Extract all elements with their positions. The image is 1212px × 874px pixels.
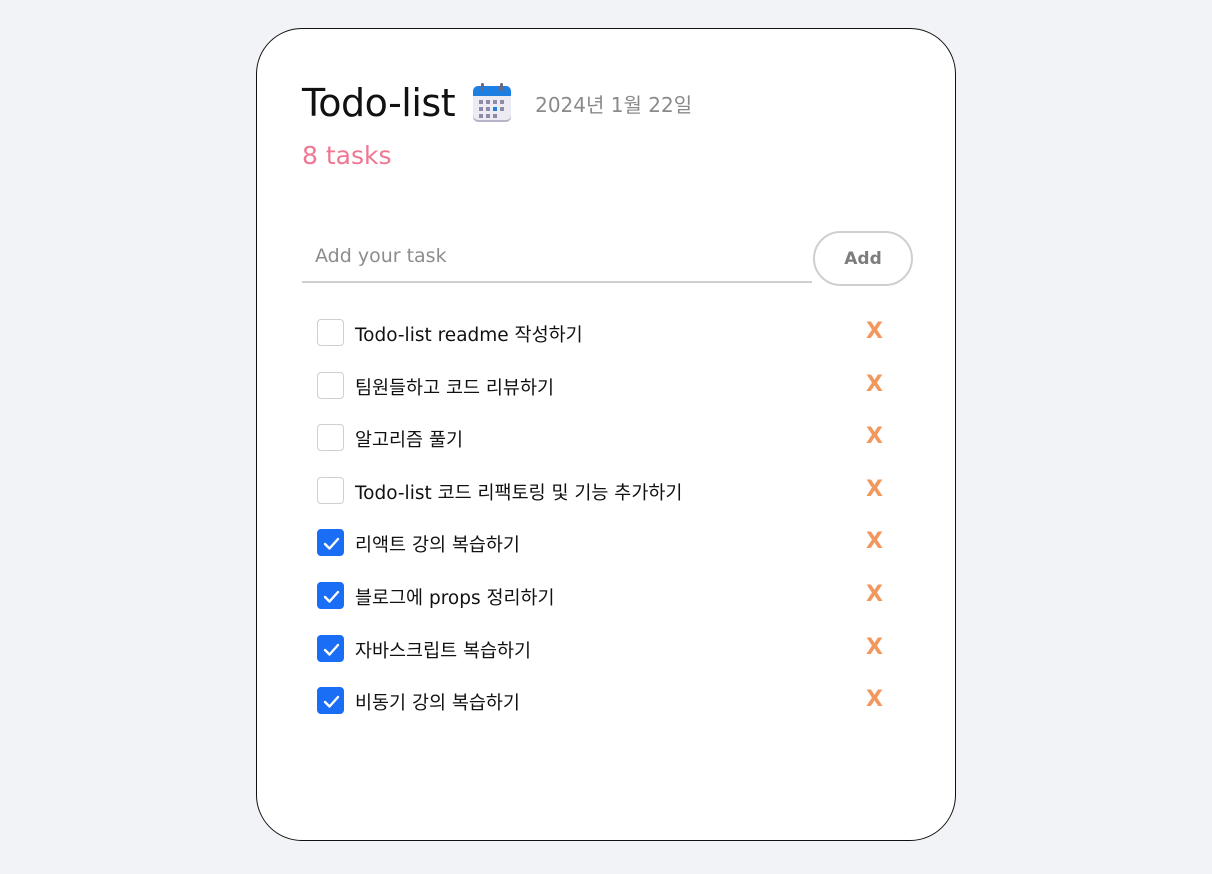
task-item: Todo-list readme 작성하기 X bbox=[317, 318, 897, 371]
task-input[interactable] bbox=[302, 231, 812, 283]
task-label: 알고리즘 풀기 bbox=[355, 430, 464, 452]
add-button[interactable]: Add bbox=[813, 231, 913, 286]
current-date: 2024년 1월 22일 bbox=[535, 92, 693, 117]
page-title: Todo-list bbox=[302, 81, 456, 125]
task-item: 자바스크립트 복습하기 X bbox=[317, 634, 897, 687]
task-checkbox[interactable] bbox=[317, 371, 344, 399]
delete-task-button[interactable]: X bbox=[866, 372, 883, 397]
delete-task-button[interactable]: X bbox=[866, 635, 883, 660]
task-label: 비동기 강의 복습하기 bbox=[355, 693, 520, 715]
delete-task-button[interactable]: X bbox=[866, 529, 883, 554]
add-task-form: Add bbox=[302, 231, 914, 287]
task-checkbox[interactable] bbox=[317, 687, 344, 715]
checkmark-icon bbox=[323, 538, 340, 551]
delete-task-button[interactable]: X bbox=[866, 477, 883, 502]
delete-task-button[interactable]: X bbox=[866, 319, 883, 344]
task-item: 블로그에 props 정리하기 X bbox=[317, 581, 897, 634]
checkmark-icon bbox=[323, 643, 340, 656]
task-label: 블로그에 props 정리하기 bbox=[355, 587, 555, 609]
task-item: 리액트 강의 복습하기 X bbox=[317, 528, 897, 581]
header: Todo-list 2024년 1월 22일 bbox=[302, 81, 692, 125]
task-checkbox[interactable] bbox=[317, 634, 344, 662]
delete-task-button[interactable]: X bbox=[866, 582, 883, 607]
task-checkbox[interactable] bbox=[317, 319, 344, 346]
task-item: 팀원들하고 코드 리뷰하기 X bbox=[317, 371, 897, 424]
task-item: Todo-list 코드 리팩토링 및 기능 추가하기 X bbox=[317, 476, 897, 529]
task-list: Todo-list readme 작성하기 X 팀원들하고 코드 리뷰하기 X 알고리즘… bbox=[317, 318, 897, 739]
task-label: 자바스크립트 복습하기 bbox=[355, 640, 532, 662]
todo-card: Todo-list 2024년 1월 22일 8 tasks Add your … bbox=[256, 28, 956, 841]
task-checkbox[interactable] bbox=[317, 581, 344, 609]
task-label: 팀원들하고 코드 리뷰하기 bbox=[355, 377, 554, 399]
delete-task-button[interactable]: X bbox=[866, 424, 883, 449]
task-label: 리액트 강의 복습하기 bbox=[355, 535, 520, 557]
task-item: 비동기 강의 복습하기 X bbox=[317, 686, 897, 739]
delete-task-button[interactable]: X bbox=[866, 687, 883, 712]
task-checkbox[interactable] bbox=[317, 476, 344, 504]
task-label: Todo-list 코드 리팩토링 및 기능 추가하기 bbox=[355, 482, 683, 504]
task-checkbox[interactable] bbox=[317, 529, 344, 557]
calendar-icon bbox=[471, 82, 513, 124]
task-item: 알고리즘 풀기 X bbox=[317, 423, 897, 476]
task-count: 8 tasks bbox=[302, 141, 392, 170]
checkmark-icon bbox=[323, 590, 340, 603]
task-label: Todo-list readme 작성하기 bbox=[355, 325, 583, 346]
checkmark-icon bbox=[323, 695, 340, 708]
task-checkbox[interactable] bbox=[317, 424, 344, 452]
